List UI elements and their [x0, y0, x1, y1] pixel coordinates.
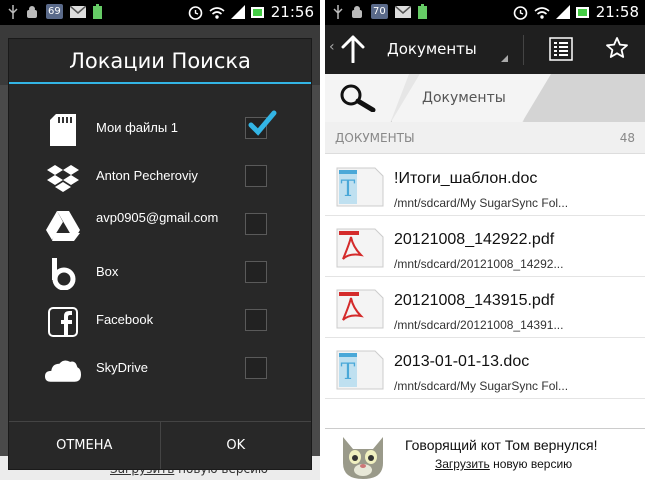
usb-icon [8, 4, 18, 19]
battery-icon [575, 7, 589, 18]
file-list: T !Итоги_шаблон.doc /mnt/sdcard/My Sugar… [325, 155, 645, 399]
ok-button[interactable]: OK [159, 422, 312, 469]
signal-icon [555, 5, 570, 19]
doc-file-icon: T [336, 350, 384, 390]
android-debug-icon [27, 5, 37, 18]
file-name: 2013-01-01-13.doc [394, 353, 530, 370]
location-label: Box [96, 264, 119, 279]
action-bar-divider [523, 35, 524, 65]
dialog-buttons: ОТМЕНА OK [9, 421, 311, 469]
facebook-icon [45, 305, 81, 339]
breadcrumb-folder-label[interactable]: Документы [422, 90, 506, 106]
location-label: Anton Pecheroviy [96, 168, 198, 183]
location-label: Мои файлы 1 [96, 120, 179, 135]
file-path: /mnt/sdcard/My SugarSync Fol... [394, 196, 569, 210]
status-bar: 69 21:56 [0, 0, 320, 25]
location-row-skydrive[interactable]: SkyDrive [9, 345, 311, 393]
location-label: Facebook [96, 312, 154, 327]
battery-charging-icon [92, 4, 102, 19]
clock: 21:56 [270, 3, 314, 21]
file-row[interactable]: T !Итоги_шаблон.doc /mnt/sdcard/My Sugar… [325, 155, 645, 216]
gmail-icon [394, 5, 411, 18]
svg-text:T: T [341, 360, 356, 385]
search-locations-dialog: Локации Поиска Мои файлы 1 Anton Pechero… [8, 38, 312, 470]
checkmark-icon [248, 110, 277, 136]
search-icon[interactable] [339, 84, 377, 112]
svg-text:T: T [341, 177, 356, 202]
location-row-google-drive[interactable]: avp0905@gmail.com [9, 201, 311, 249]
star-icon[interactable] [605, 36, 629, 60]
file-path: /mnt/sdcard/20121008_14391... [394, 318, 564, 332]
ad-title: Говорящий кот Том вернулся! [405, 437, 598, 453]
section-count: 48 [619, 131, 635, 145]
ad-banner[interactable]: Говорящий кот Том вернулся! Загрузить но… [325, 428, 645, 480]
clock: 21:58 [595, 3, 639, 21]
ad-subtitle: Загрузить новую версию [435, 457, 572, 471]
list-view-icon[interactable] [549, 37, 573, 61]
section-title: ДОКУМЕНТЫ [335, 131, 415, 145]
battery-charging-icon [417, 4, 427, 19]
alarm-icon [513, 5, 528, 20]
file-row[interactable]: 20121008_143915.pdf /mnt/sdcard/20121008… [325, 277, 645, 338]
location-checkbox[interactable] [245, 357, 267, 379]
alarm-icon [188, 5, 203, 20]
location-row-dropbox[interactable]: Anton Pecheroviy [9, 153, 311, 201]
pdf-file-icon [336, 289, 384, 329]
left-screen: 69 21:56 Загрузить новую версию Локации … [0, 0, 320, 480]
ad-rest-text: новую версию [489, 457, 573, 471]
skydrive-icon [45, 353, 81, 387]
spinner-triangle-icon [501, 55, 508, 62]
breadcrumb: Документы [325, 74, 645, 122]
signal-icon [230, 5, 245, 19]
android-debug-icon [352, 5, 362, 18]
cancel-button[interactable]: ОТМЕНА [9, 422, 160, 469]
wifi-icon [534, 6, 550, 19]
file-name: 20121008_143915.pdf [394, 292, 555, 309]
section-header: ДОКУМЕНТЫ 48 [325, 122, 645, 154]
location-row-my-files[interactable]: Мои файлы 1 [9, 105, 311, 153]
dialog-title: Локации Поиска [9, 39, 311, 84]
doc-file-icon: T [336, 167, 384, 207]
file-path: /mnt/sdcard/20121008_14292... [394, 257, 564, 271]
back-chevron-icon[interactable]: ‹ [329, 39, 335, 55]
locations-list: Мои файлы 1 Anton Pecheroviy avp0905@gma… [9, 105, 311, 393]
location-row-box[interactable]: Box [9, 249, 311, 297]
file-name: !Итоги_шаблон.doc [394, 170, 538, 187]
location-row-facebook[interactable]: Facebook [9, 297, 311, 345]
pdf-file-icon [336, 228, 384, 268]
ad-download-link[interactable]: Загрузить [435, 457, 490, 471]
location-label: SkyDrive [96, 360, 149, 375]
file-path: /mnt/sdcard/My SugarSync Fol... [394, 379, 569, 393]
file-row[interactable]: T 2013-01-01-13.doc /mnt/sdcard/My Sugar… [325, 338, 645, 399]
google-drive-icon [45, 209, 81, 243]
action-bar: ‹ Документы [325, 25, 645, 74]
file-name: 20121008_142922.pdf [394, 231, 555, 248]
wifi-icon [209, 6, 225, 19]
box-icon [45, 257, 81, 291]
sdcard-icon [45, 113, 81, 147]
status-bar: 70 21:58 [325, 0, 645, 25]
battery-icon [250, 7, 264, 18]
gmail-icon [69, 5, 86, 18]
location-label: avp0905@gmail.com [96, 210, 219, 225]
dropbox-icon [45, 161, 81, 195]
up-arrow-icon[interactable] [341, 35, 365, 63]
location-checkbox[interactable] [245, 165, 267, 187]
talking-tom-cat-icon [343, 437, 383, 479]
notification-count-badge: 69 [46, 4, 63, 19]
right-screen: 70 21:58 ‹ Документы Документы ДОКУМЕНТЫ… [325, 0, 645, 480]
notification-count-badge: 70 [371, 4, 388, 19]
location-checkbox[interactable] [245, 261, 267, 283]
location-checkbox[interactable] [245, 213, 267, 235]
usb-icon [333, 4, 343, 19]
folder-spinner[interactable]: Документы [387, 40, 477, 58]
file-row[interactable]: 20121008_142922.pdf /mnt/sdcard/20121008… [325, 216, 645, 277]
location-checkbox[interactable] [245, 309, 267, 331]
